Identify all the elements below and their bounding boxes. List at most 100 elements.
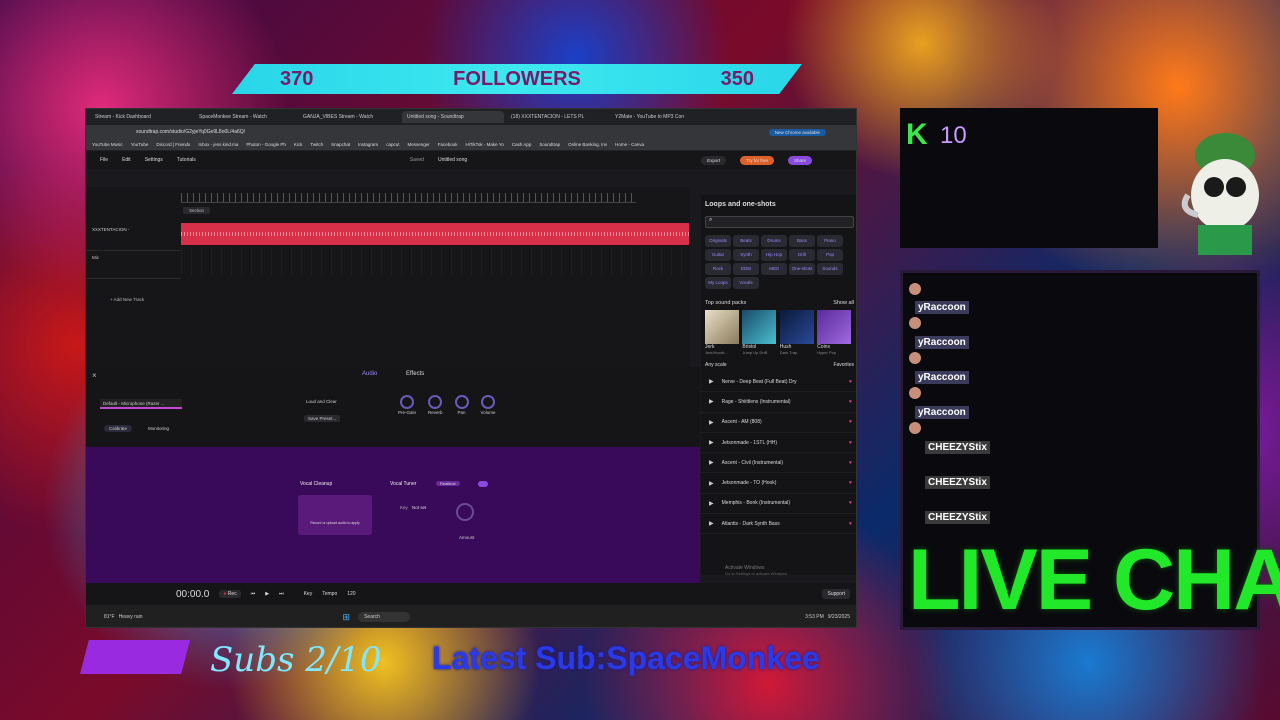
vocal-cleanup-card[interactable]: Record or upload audio to apply <box>298 495 372 535</box>
export-button[interactable]: Export <box>701 155 727 165</box>
filter-chip[interactable]: Bass <box>789 235 815 247</box>
bookmark[interactable]: Online Banking, Inv <box>568 142 607 147</box>
bookmark[interactable]: Snapchat <box>331 142 350 147</box>
heart-icon[interactable]: ♥ <box>849 419 852 425</box>
try-free-button[interactable]: Try for free <box>740 155 774 165</box>
heart-icon[interactable]: ♥ <box>849 480 852 486</box>
track-header[interactable]: Mic <box>86 251 181 279</box>
bookmark[interactable]: Twitch <box>310 142 323 147</box>
play-icon[interactable]: ▶ <box>709 378 714 385</box>
menu-edit[interactable]: Edit <box>122 157 131 163</box>
filter-chip[interactable]: Originals <box>705 235 731 247</box>
address-bar[interactable]: soundtrap.com/studio/G2yjeYq0Ge9L8o0L/4a… <box>86 125 856 139</box>
loop-row[interactable]: ▶ Nerve - Deep Beat (Full Beat) Dry ♥ <box>701 372 856 393</box>
save-preset-button[interactable]: Save Preset... <box>304 415 341 422</box>
filter-chip[interactable]: Sounds <box>817 263 843 275</box>
update-chrome-button[interactable]: New Chrome available <box>768 128 826 136</box>
preset-select[interactable]: Loud and Clear <box>306 399 386 404</box>
empty-lane[interactable] <box>181 247 689 275</box>
play-button[interactable]: ▶ <box>265 591 269 597</box>
menu-tutorials[interactable]: Tutorials <box>177 157 196 163</box>
show-all-link[interactable]: Show all <box>833 300 854 306</box>
heart-icon[interactable]: ♥ <box>849 500 852 506</box>
filter-chip[interactable]: Beats <box>733 235 759 247</box>
bookmark[interactable]: capcut <box>386 142 399 147</box>
bookmark[interactable]: Cash App <box>512 142 532 147</box>
sound-pack[interactable]: Hush Dark Trap <box>779 310 814 355</box>
filter-chip[interactable]: Piano <box>817 235 843 247</box>
heart-icon[interactable]: ♥ <box>849 460 852 466</box>
filter-chip[interactable]: EDM <box>733 263 759 275</box>
sound-pack[interactable]: Coins Hyper Pop <box>817 310 852 355</box>
windows-start-icon[interactable]: ⊞ <box>343 612 351 623</box>
loop-row[interactable]: ▶ Ascent - Civil (Instrumental) ♥ <box>701 453 856 474</box>
heart-icon[interactable]: ♥ <box>849 521 852 527</box>
heart-icon[interactable]: ♥ <box>849 379 852 385</box>
record-button[interactable]: ● Rec <box>219 590 241 598</box>
play-icon[interactable]: ▶ <box>709 459 714 466</box>
track-header[interactable]: XXXTENTACION - <box>86 223 181 251</box>
bookmark[interactable]: YouTube <box>131 142 149 147</box>
reverb-knob[interactable]: Reverb <box>428 395 443 415</box>
play-icon[interactable]: ▶ <box>709 419 714 426</box>
support-button[interactable]: Support <box>822 589 850 599</box>
heart-icon[interactable]: ♥ <box>849 399 852 405</box>
filter-chip[interactable]: My Loops <box>705 277 731 289</box>
play-icon[interactable]: ▶ <box>709 500 714 507</box>
bookmark[interactable]: Facebook <box>438 142 458 147</box>
tab-effects[interactable]: Effects <box>406 371 424 377</box>
loop-row[interactable]: ▶ Jetsonmade - 1STL (HH) ♥ <box>701 433 856 454</box>
play-icon[interactable]: ▶ <box>709 480 714 487</box>
play-icon[interactable]: ▶ <box>709 439 714 446</box>
menu-settings[interactable]: Settings <box>145 157 163 163</box>
loop-row[interactable]: ▶ Ascent - AM (808) ♥ <box>701 413 856 433</box>
pregain-knob[interactable]: Pre-Gain <box>398 395 416 415</box>
audio-clip[interactable] <box>181 223 689 245</box>
sound-pack[interactable]: Bristol Jump Up DnB <box>742 310 777 355</box>
bookmark[interactable]: Discord | Friends <box>156 142 190 147</box>
loop-row[interactable]: ▶ Rage - Shiittlens (Instrumental) ♥ <box>701 392 856 413</box>
bookmark[interactable]: Photon - Google Ph <box>246 142 286 147</box>
play-icon[interactable]: ▶ <box>709 398 714 405</box>
browser-tab-active[interactable]: Untitled song - Soundtrap <box>402 111 504 123</box>
url-text[interactable]: soundtrap.com/studio/G2yjeYq0Ge9L8o0L/4a… <box>136 129 245 135</box>
taskbar-search[interactable]: Search <box>358 612 410 622</box>
loop-row[interactable]: ▶ Jetsonmade - TO (Hook) ♥ <box>701 473 856 494</box>
timeline-ruler[interactable] <box>181 193 636 203</box>
vocal-tuner-toggle[interactable] <box>478 481 488 487</box>
monitoring-toggle[interactable]: Monitoring <box>148 426 169 431</box>
filter-chip[interactable]: Synth <box>733 249 759 261</box>
skip-back-icon[interactable]: ⏮ <box>251 591 256 597</box>
filter-chip[interactable]: Rock <box>705 263 731 275</box>
menu-file[interactable]: File <box>100 157 108 163</box>
tab-audio[interactable]: Audio <box>362 371 377 377</box>
browser-tab[interactable]: GANJA_VIBES Stream - Watch <box>298 111 400 123</box>
song-title[interactable]: Untitled song <box>438 157 467 163</box>
pan-knob[interactable]: Pan <box>454 395 469 415</box>
play-icon[interactable]: ▶ <box>709 520 714 527</box>
bookmark[interactable]: Home - Canva <box>615 142 644 147</box>
filter-chip[interactable]: Hip Hop <box>761 249 787 261</box>
filter-chip[interactable]: Drill <box>789 249 815 261</box>
bookmark[interactable]: Messenger <box>407 142 429 147</box>
bookmark[interactable]: YouTube Music <box>92 142 123 147</box>
volume-knob[interactable]: Volume <box>481 395 496 415</box>
bookmark[interactable]: Instagram <box>358 142 378 147</box>
browser-tab[interactable]: Y2Mate - YouTube to MP3 Con <box>610 111 712 123</box>
bookmark[interactable]: Soundtrap <box>539 142 560 147</box>
sound-pack[interactable]: Jerk Jerk/Hoodt... <box>705 310 739 355</box>
filter-chip[interactable]: Pop <box>817 249 843 261</box>
filter-chip[interactable]: Guitar <box>705 249 731 261</box>
favorites-checkbox[interactable]: Favorites <box>833 362 854 368</box>
loop-search-input[interactable]: ⌕ <box>705 216 854 228</box>
loop-row[interactable]: ▶ Atlantis - Dark Synth Bass ♥ <box>701 514 856 535</box>
section-marker[interactable]: Section <box>183 207 211 214</box>
input-device-select[interactable]: Default - Microphone (Razer ... <box>100 399 182 409</box>
browser-tab[interactable]: SpaceMonkee Stream - Watch <box>194 111 296 123</box>
scale-select[interactable]: Any scale <box>705 362 727 368</box>
browser-tab[interactable]: Stream - Kick Dashboard <box>90 111 192 123</box>
key-selector[interactable]: Key <box>304 591 313 597</box>
filter-chip[interactable]: Drums <box>761 235 787 247</box>
bookmark[interactable]: Kick <box>294 142 303 147</box>
heart-icon[interactable]: ♥ <box>849 440 852 446</box>
